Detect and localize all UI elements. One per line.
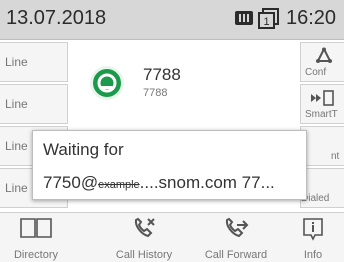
call-forward-button[interactable]: Call Forward (190, 213, 282, 262)
call-forward-icon (190, 217, 282, 244)
line-indicator-icon: 1 (258, 8, 280, 35)
info-icon (282, 217, 344, 244)
caller-number: 7788 (143, 65, 181, 84)
time-display: 16:20 (286, 7, 337, 29)
call-history-button[interactable]: Call History (98, 213, 190, 262)
line-indicator-number: 1 (263, 16, 269, 28)
conference-icon (315, 47, 333, 68)
info-label: Info (303, 249, 323, 261)
contact-icon (97, 73, 117, 93)
bottom-softkey-bar: Directory Call History Call Forward Info (0, 212, 344, 262)
line-key-2[interactable]: Line (0, 84, 68, 124)
line-key-label: Line (5, 55, 28, 69)
popup-target-user: 7750@ (43, 173, 99, 192)
popup-target-host: example (98, 179, 140, 191)
book-icon (0, 217, 72, 242)
avatar (90, 66, 124, 100)
line-key-1[interactable]: Line (0, 42, 68, 82)
phone-status-icon (234, 8, 254, 33)
info-button[interactable]: Info (282, 213, 344, 262)
popup-target: 7750@example....snom.com 77... (43, 173, 275, 193)
call-history-label: Call History (115, 249, 173, 261)
call-forward-label: Call Forward (204, 249, 268, 261)
popup-title: Waiting for (43, 140, 124, 159)
smart-transfer-key[interactable]: SmartT (300, 84, 344, 124)
directory-button[interactable]: Directory (0, 213, 72, 262)
date-display: 13.07.2018 (6, 7, 107, 29)
smart-transfer-icon (309, 89, 335, 110)
line-key-label: Line (5, 181, 28, 195)
directory-label: Directory (13, 249, 58, 261)
smart-transfer-label: SmartT (305, 109, 338, 120)
waiting-popup: Waiting for 7750@example....snom.com 77.… (32, 130, 307, 200)
right-key-3-label: nt (331, 151, 340, 162)
call-history-icon (98, 217, 190, 244)
status-bar: 13.07.2018 1 16:20 (0, 0, 344, 40)
line-key-label: Line (5, 97, 28, 111)
conference-key[interactable]: Conf (300, 42, 344, 82)
popup-target-rest: ....snom.com 77... (139, 173, 275, 192)
conference-label: Conf (305, 67, 327, 78)
line-key-label: Line (5, 139, 28, 153)
caller-subnumber: 7788 (143, 87, 168, 99)
